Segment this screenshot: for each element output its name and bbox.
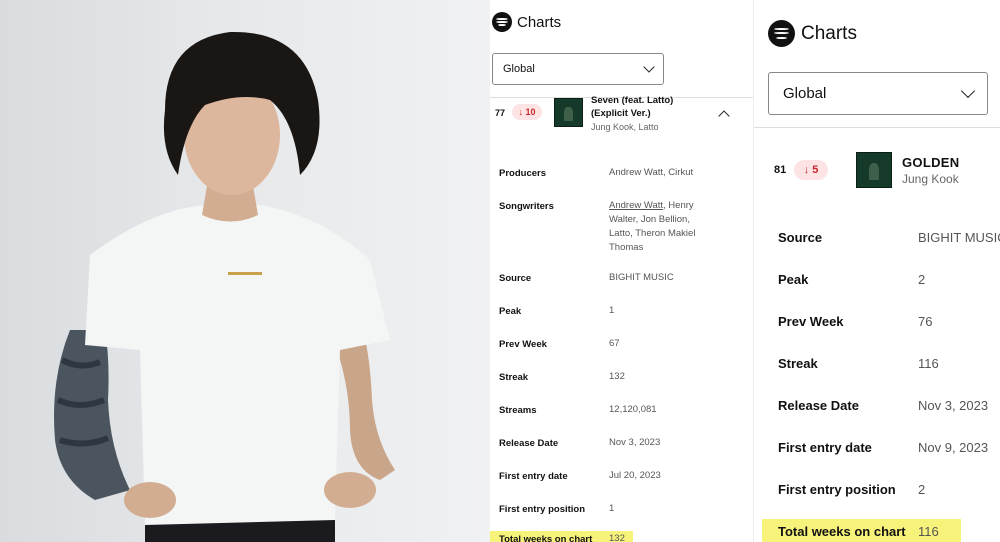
rank-change-value: 5 — [812, 164, 819, 176]
total-weeks-value: 132 — [609, 533, 625, 542]
album-cover[interactable] — [554, 98, 583, 127]
first-entry-position-label: First entry position — [778, 482, 896, 497]
first-entry-position-value: 2 — [918, 482, 926, 497]
streak-value: 116 — [918, 356, 939, 371]
peak-label: Peak — [499, 306, 522, 317]
chart-panel-golden: Charts Global 81 ↓ 5 GOLDEN Jung Kook So… — [753, 0, 1000, 542]
album-cover[interactable] — [856, 152, 892, 188]
region-select-value: Global — [503, 63, 535, 75]
rank-change-badge: ↓ 10 — [512, 104, 542, 120]
source-label: Source — [778, 230, 823, 245]
source-label: Source — [499, 273, 532, 284]
arrow-down-icon: ↓ — [518, 107, 523, 117]
prev-week-label: Prev Week — [778, 314, 844, 329]
spotify-logo-icon — [492, 12, 512, 32]
peak-label: Peak — [778, 272, 809, 287]
arrow-down-icon: ↓ — [803, 164, 810, 176]
track-artists[interactable]: Jung Kook — [902, 172, 959, 186]
prev-week-value: 76 — [918, 314, 933, 329]
release-date-label: Release Date — [778, 398, 859, 413]
divider — [754, 127, 1000, 128]
charts-brand[interactable]: Charts — [768, 20, 857, 47]
track-title[interactable]: GOLDEN — [902, 155, 959, 170]
producers-label: Producers — [499, 168, 546, 179]
first-entry-date-label: First entry date — [778, 440, 872, 455]
release-date-label: Release Date — [499, 438, 559, 449]
chevron-down-icon — [643, 61, 655, 73]
release-date-value: Nov 3, 2023 — [609, 437, 661, 448]
songwriters-value: Andrew Watt, Henry Walter, Jon Bellion, La… — [609, 200, 696, 253]
streak-value: 132 — [609, 371, 625, 382]
first-entry-position-value: 1 — [609, 503, 615, 514]
producers-value: Andrew Watt, Cirkut — [609, 167, 694, 178]
artist-photo — [0, 0, 490, 542]
chart-rank: 77 — [495, 108, 506, 118]
source-value: BIGHIT MUSIC — [609, 272, 674, 283]
track-title[interactable]: Seven (feat. Latto) — [591, 95, 673, 106]
peak-value: 1 — [609, 305, 615, 316]
region-select[interactable]: Global — [492, 53, 664, 85]
region-select-value: Global — [783, 85, 827, 102]
total-weeks-value: 116 — [918, 524, 939, 539]
charts-title: Charts — [517, 13, 562, 31]
streak-label: Streak — [778, 356, 818, 371]
spotify-logo-icon — [768, 20, 795, 47]
release-date-value: Nov 3, 2023 — [918, 398, 989, 413]
track-title-line2[interactable]: (Explicit Ver.) — [591, 108, 651, 119]
first-entry-date-value: Nov 9, 2023 — [918, 440, 989, 455]
chevron-up-icon[interactable] — [718, 110, 730, 122]
artist-photo-illustration — [54, 31, 395, 542]
prev-week-label: Prev Week — [499, 339, 547, 350]
region-select[interactable]: Global — [768, 72, 988, 115]
track-artists[interactable]: Jung Kook, Latto — [591, 122, 659, 132]
chevron-down-icon — [960, 83, 976, 99]
source-value: BIGHIT MUSIC — [918, 230, 1000, 245]
rank-change-value: 10 — [525, 107, 536, 117]
streak-label: Streak — [499, 372, 529, 383]
charts-brand[interactable]: Charts — [492, 12, 561, 32]
chart-panel-seven: Charts Global 77 ↓ 10 Seven (feat. Latto… — [490, 0, 753, 542]
peak-value: 2 — [918, 272, 926, 287]
first-entry-date-value: Jul 20, 2023 — [609, 470, 661, 481]
streams-value: 12,120,081 — [609, 404, 657, 415]
songwriter-link[interactable]: Andrew Watt — [609, 200, 663, 211]
total-weeks-label: Total weeks on chart — [778, 524, 906, 539]
rank-change-badge: ↓ 5 — [794, 160, 828, 180]
total-weeks-label: Total weeks on chart — [499, 534, 593, 542]
chart-rank: 81 — [774, 164, 787, 176]
streams-label: Streams — [499, 405, 537, 416]
prev-week-value: 67 — [609, 338, 620, 349]
first-entry-date-label: First entry date — [499, 471, 568, 482]
first-entry-position-label: First entry position — [499, 504, 586, 515]
charts-title: Charts — [801, 22, 857, 44]
songwriters-label: Songwriters — [499, 201, 554, 212]
